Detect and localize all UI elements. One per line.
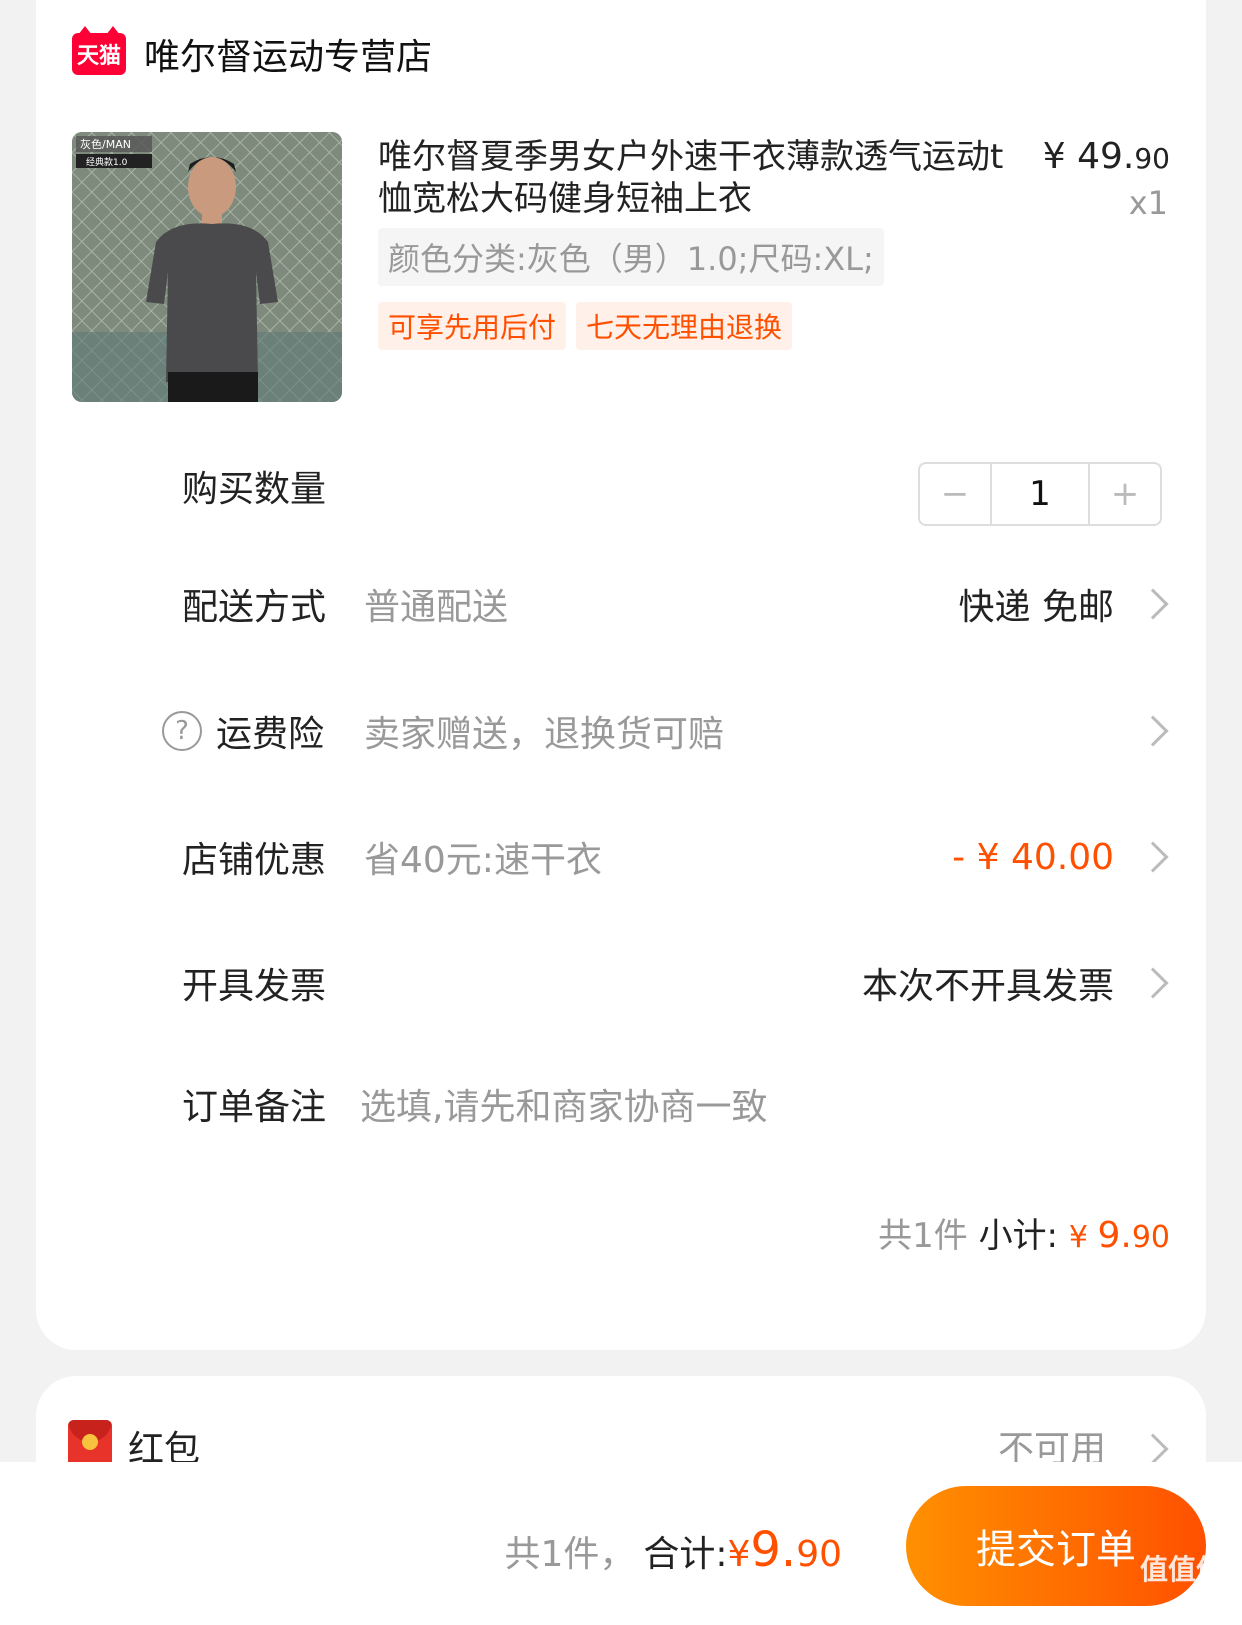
invoice-label: 开具发票: [182, 966, 327, 1007]
quantity-label: 购买数量: [182, 469, 327, 510]
product-photo-icon: 灰色/MAN 经典款1.0: [72, 132, 342, 402]
chevron-right-icon: [1137, 967, 1169, 999]
order-note-row: 订单备注 选填,请先和商家协商一致: [36, 1064, 1206, 1144]
quantity-row: 购买数量 − 1 +: [36, 446, 1206, 526]
subtotal-cents: 90: [1131, 1220, 1170, 1255]
tag-seven-day-return: 七天无理由退换: [576, 302, 793, 350]
chevron-right-icon: [1137, 588, 1169, 620]
total-currency: ¥: [727, 1534, 751, 1575]
store-order-card: 天猫 唯尔督运动专营店 灰色/MAN 经典款1.0 唯尔督夏季男女户外速干衣薄款…: [36, 0, 1206, 1350]
subtotal: 共1件 小计: ¥ 9.90: [878, 1208, 1170, 1257]
discount-label: 店铺优惠: [182, 840, 327, 881]
quantity-stepper[interactable]: − 1 +: [918, 462, 1162, 526]
price-cents: 90: [1134, 142, 1170, 175]
discount-value: - ¥ 40.00: [952, 836, 1114, 878]
chevron-right-icon: [1137, 715, 1169, 747]
subtotal-amount: 9.: [1097, 1215, 1132, 1256]
insurance-desc: 卖家赠送，退换货可赔: [364, 714, 725, 755]
invoice-row[interactable]: 开具发票 本次不开具发票: [36, 943, 1206, 1023]
tmall-logo-icon: 天猫: [72, 26, 126, 75]
image-caption-bottom: 经典款1.0: [86, 156, 128, 168]
delivery-label: 配送方式: [182, 587, 327, 628]
product-title[interactable]: 唯尔督夏季男女户外速干衣薄款透气运动t恤宽松大码健身短袖上衣: [378, 136, 1018, 220]
image-caption-top: 灰色/MAN: [80, 137, 131, 151]
order-total: 共1件， 合计: ¥ 9. 90: [504, 1522, 842, 1578]
product-price: ¥ 49.90: [1043, 136, 1170, 177]
shipping-insurance-row[interactable]: ? 运费险 卖家赠送，退换货可赔: [36, 691, 1206, 771]
decrease-button[interactable]: −: [920, 464, 990, 524]
store-name[interactable]: 唯尔督运动专营店: [144, 28, 432, 80]
delivery-row[interactable]: 配送方式 普通配送 快递 免邮: [36, 564, 1206, 644]
delivery-type: 普通配送: [364, 587, 509, 628]
quantity-value[interactable]: 1: [990, 464, 1090, 524]
total-amount: 9.: [750, 1522, 797, 1578]
discount-desc: 省40元:速干衣: [364, 840, 602, 881]
product-image[interactable]: 灰色/MAN 经典款1.0: [72, 132, 342, 402]
total-count: 共1件，: [504, 1534, 636, 1575]
price-main: ¥ 49.: [1042, 136, 1135, 177]
store-discount-row[interactable]: 店铺优惠 省40元:速干衣 - ¥ 40.00: [36, 817, 1206, 897]
store-header[interactable]: 天猫 唯尔督运动专营店: [72, 26, 432, 80]
increase-button[interactable]: +: [1090, 464, 1160, 524]
watermark: 值值值: [1139, 1553, 1224, 1586]
tag-pay-later: 可享先用后付: [378, 302, 567, 350]
subtotal-label: 小计:: [978, 1216, 1069, 1256]
checkout-bar: 共1件， 合计: ¥ 9. 90 提交订单: [0, 1462, 1242, 1625]
chevron-right-icon: [1137, 841, 1169, 873]
delivery-value: 快递 免邮: [958, 587, 1114, 628]
order-note-input[interactable]: 选填,请先和商家协商一致: [360, 1078, 767, 1130]
subtotal-currency: ¥: [1068, 1220, 1098, 1255]
subtotal-count: 共1件: [878, 1216, 979, 1256]
insurance-label: 运费险: [216, 714, 325, 755]
total-cents: 90: [796, 1534, 842, 1575]
invoice-value: 本次不开具发票: [861, 966, 1114, 1007]
total-label: 合计:: [643, 1534, 728, 1575]
chevron-right-icon: [1137, 1433, 1169, 1465]
service-tags: 可享先用后付 七天无理由退换: [378, 302, 793, 350]
submit-order-button[interactable]: 提交订单: [906, 1486, 1206, 1606]
question-icon[interactable]: ?: [162, 711, 202, 751]
note-label: 订单备注: [182, 1087, 327, 1128]
product-quantity: x1: [1128, 184, 1168, 222]
sku-spec[interactable]: 颜色分类:灰色（男）1.0;尺码:XL;: [378, 228, 884, 286]
